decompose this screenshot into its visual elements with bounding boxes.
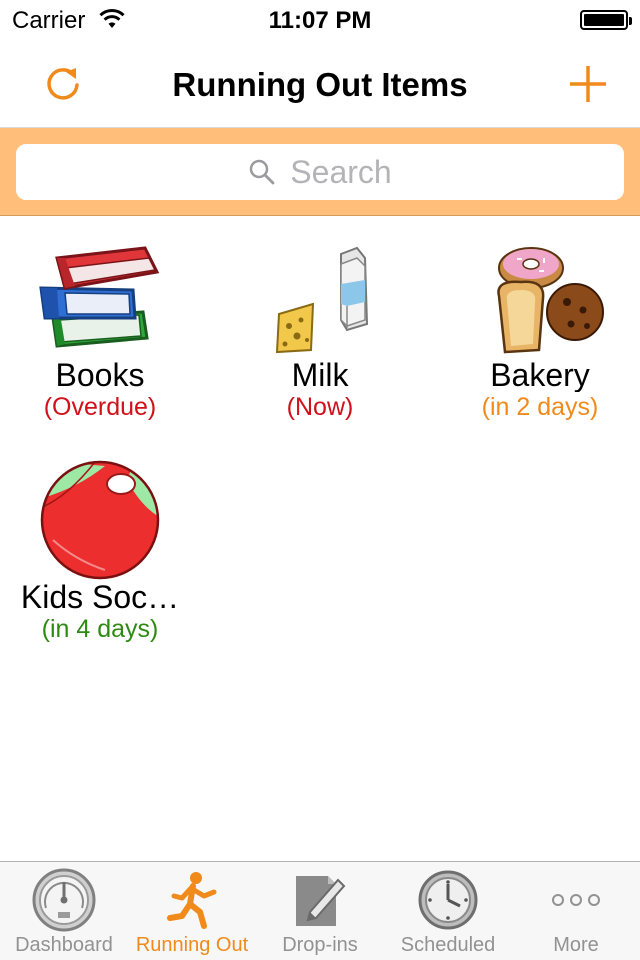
battery-icon <box>580 10 632 30</box>
books-icon <box>39 246 160 348</box>
tab-more[interactable]: More <box>512 862 640 960</box>
status-time: 11:07 PM <box>268 7 372 34</box>
item-status: (Overdue) <box>43 393 157 421</box>
tab-dashboard[interactable]: Dashboard <box>0 862 128 960</box>
search-placeholder: Search <box>290 153 392 190</box>
item-bakery[interactable]: Bakery (in 2 days) <box>440 240 640 422</box>
tab-label: Scheduled <box>400 934 496 956</box>
item-status: (Now) <box>286 393 354 421</box>
search-input[interactable]: Search <box>16 144 624 200</box>
beach-ball-icon <box>40 460 160 580</box>
tab-label: Drop-ins <box>282 934 358 956</box>
tab-label: Dashboard <box>15 934 113 956</box>
item-status: (in 4 days) <box>41 615 159 643</box>
item-milk[interactable]: Milk (Now) <box>220 240 420 422</box>
speedometer-icon <box>32 868 96 932</box>
item-name: Bakery <box>490 358 590 392</box>
page-title: Running Out Items <box>172 66 468 103</box>
plus-icon <box>570 66 606 102</box>
tab-running-out[interactable]: Running Out <box>128 862 256 960</box>
navigation-bar: Running Out Items <box>0 40 640 128</box>
tab-label: More <box>553 934 599 956</box>
running-man-icon <box>167 872 217 929</box>
tab-label: Running Out <box>135 934 249 956</box>
item-status: (in 2 days) <box>481 393 599 421</box>
clock-icon <box>418 870 478 930</box>
bakery-icon <box>497 247 604 354</box>
tab-bar: Dashboard Running Out Drop-ins Scheduled… <box>0 861 640 960</box>
item-kids-soccer[interactable]: Kids Soc… (in 4 days) <box>0 460 200 644</box>
item-name: Kids Soc… <box>20 580 180 614</box>
item-name: Books <box>55 358 145 392</box>
add-item-button[interactable] <box>564 60 612 108</box>
tab-drop-ins[interactable]: Drop-ins <box>256 862 384 960</box>
item-name: Milk <box>291 358 349 392</box>
milk-cheese-icon <box>275 246 369 354</box>
more-dots-icon <box>552 894 600 906</box>
note-pencil-icon <box>296 876 346 926</box>
status-bar: Carrier 11:07 PM <box>0 0 640 40</box>
item-books[interactable]: Books (Overdue) <box>0 240 200 422</box>
tab-scheduled[interactable]: Scheduled <box>384 862 512 960</box>
search-icon <box>250 159 275 185</box>
search-bar: Search <box>0 128 640 216</box>
